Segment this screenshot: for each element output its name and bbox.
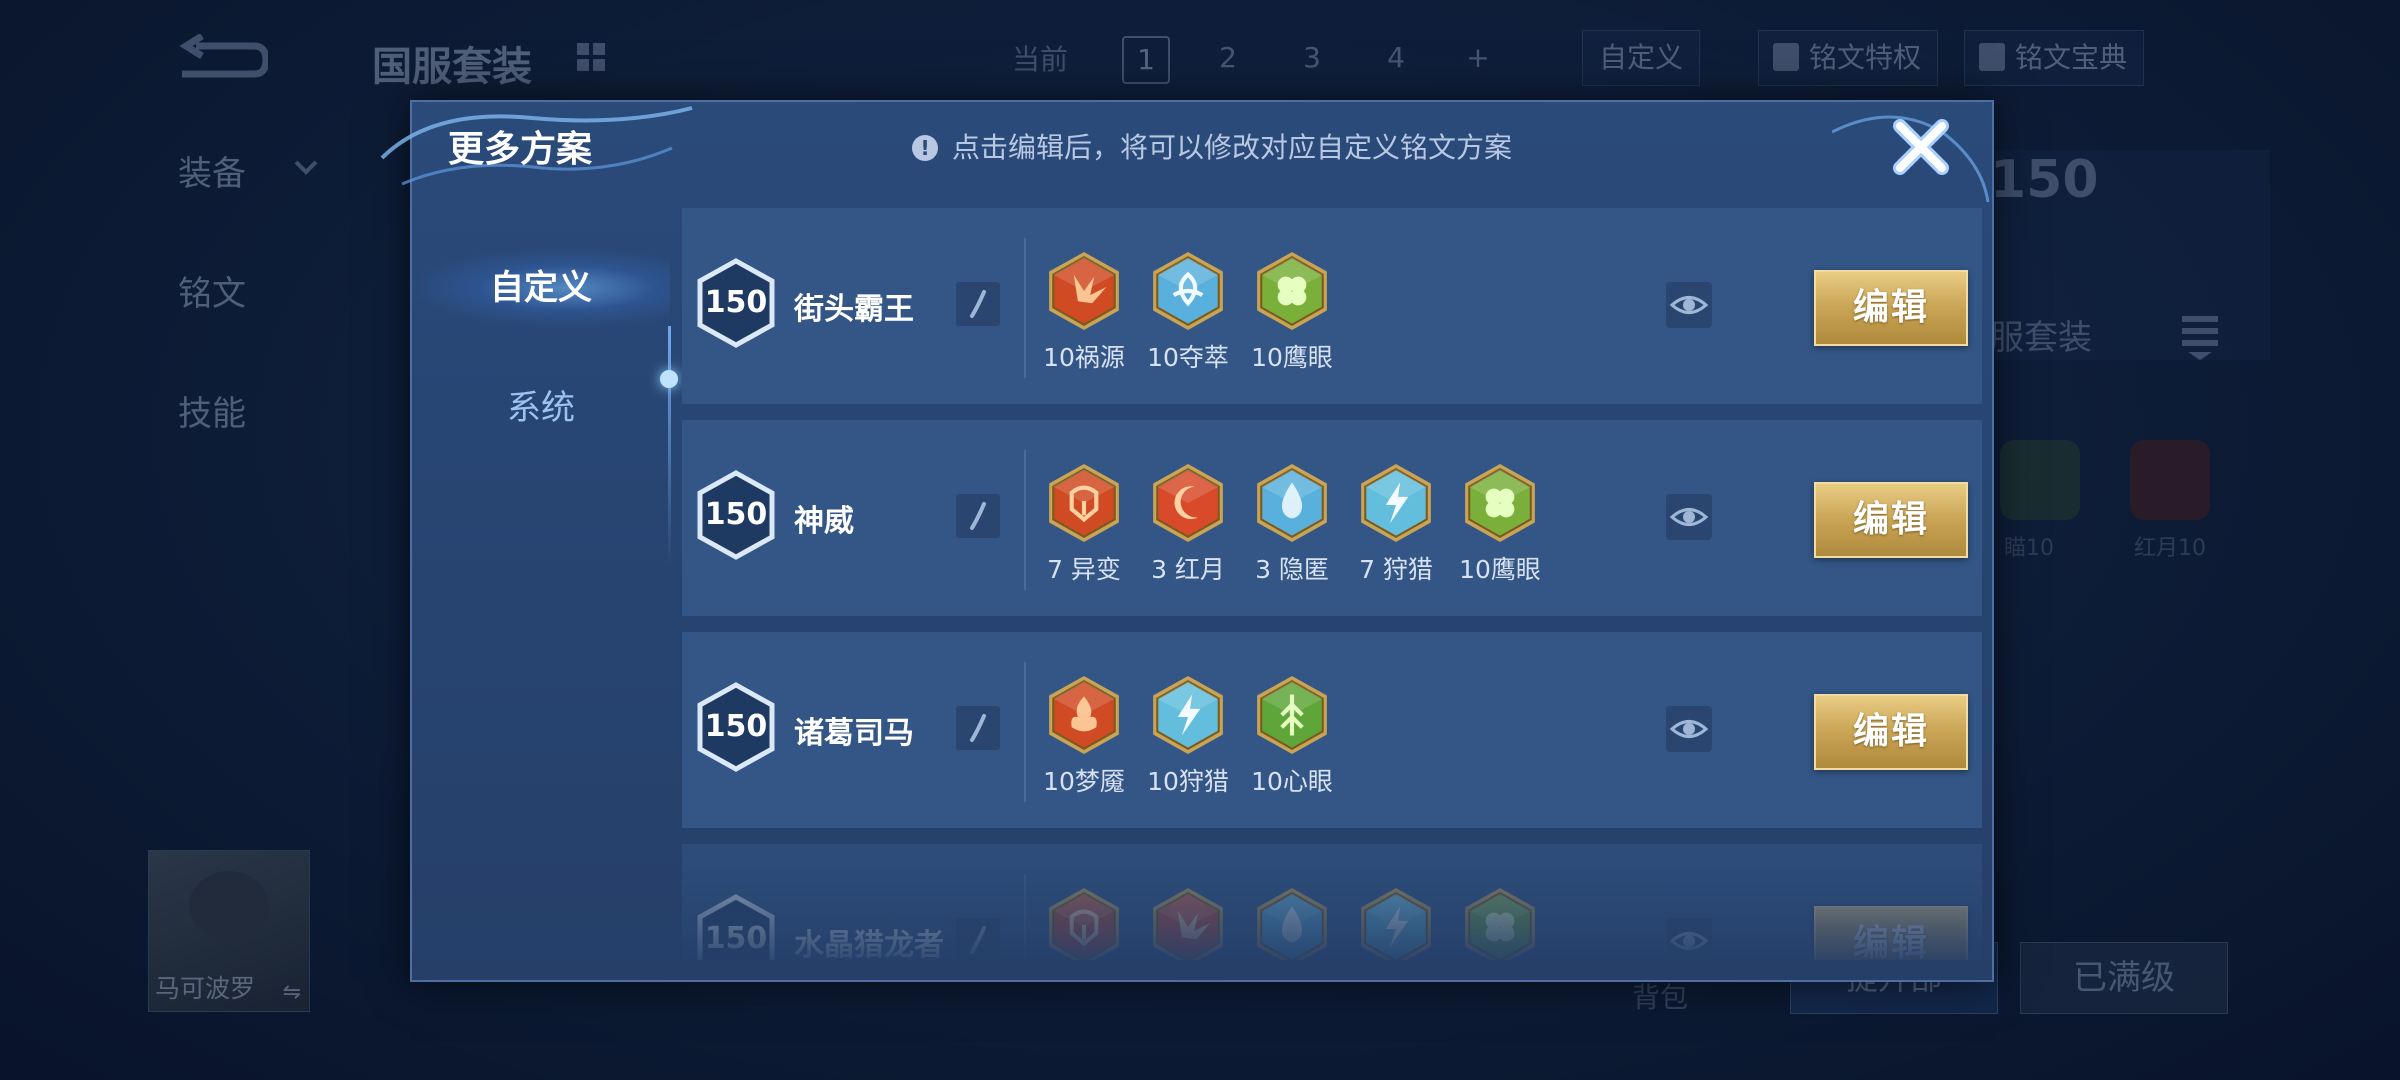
plan-tabs: 自定义 系统: [412, 202, 678, 972]
plan-list[interactable]: 150 街头霸王 10祸源 10夺萃 10鹰眼 编辑 150 神威 7 异变 3 红月 3 隐匿 7 …: [682, 208, 1982, 960]
info-icon: !: [912, 135, 938, 161]
rune-item[interactable]: 10心眼: [1242, 674, 1342, 798]
rune-label: 10梦魇: [1043, 767, 1125, 796]
rune-item[interactable]: [1034, 886, 1134, 960]
plan-row[interactable]: 150 水晶猎龙者 编辑: [682, 844, 1982, 960]
rune-item[interactable]: 7 狩猎: [1346, 462, 1446, 586]
hint-label: 点击编辑后，将可以修改对应自定义铭文方案: [952, 131, 1513, 164]
row-divider: [1024, 662, 1026, 802]
edit-button[interactable]: 编辑: [1814, 906, 1968, 960]
rename-button[interactable]: [956, 706, 1000, 750]
rune-label: 7 狩猎: [1359, 555, 1433, 584]
edit-button[interactable]: 编辑: [1814, 694, 1968, 770]
rune-blue-drop-icon: [1242, 462, 1342, 544]
rune-item[interactable]: 3 隐匿: [1242, 462, 1342, 586]
rune-red-claw-icon: [1138, 886, 1238, 960]
pen-icon: [970, 502, 986, 530]
preview-button[interactable]: [1666, 918, 1712, 960]
level-value: 150: [704, 285, 768, 320]
pen-icon: [970, 926, 986, 954]
row-divider: [1024, 874, 1026, 960]
preview-button[interactable]: [1666, 706, 1712, 752]
plan-row[interactable]: 150 街头霸王 10祸源 10夺萃 10鹰眼 编辑: [682, 208, 1982, 404]
rune-red-flame-icon: [1034, 674, 1134, 756]
row-divider: [1024, 238, 1026, 378]
rune-item[interactable]: 10狩猎: [1138, 674, 1238, 798]
rune-item[interactable]: [1346, 886, 1446, 960]
rune-blue-drop-icon: [1242, 886, 1342, 960]
rune-label: 10狩猎: [1147, 767, 1229, 796]
dialog-title: 更多方案: [448, 129, 593, 170]
rune-red-helm-icon: [1034, 462, 1134, 544]
rune-label: 10夺萃: [1147, 343, 1229, 372]
rune-blue-knot-icon: [1138, 250, 1238, 332]
rename-button[interactable]: [956, 918, 1000, 960]
edit-button[interactable]: 编辑: [1814, 482, 1968, 558]
rune-red-claw-icon: [1034, 250, 1134, 332]
preview-button[interactable]: [1666, 494, 1712, 540]
rune-blue-bolt-icon: [1346, 462, 1446, 544]
rune-label: 10鹰眼: [1251, 343, 1333, 372]
rune-label: 7 异变: [1047, 555, 1121, 584]
rune-label: 10祸源: [1043, 343, 1125, 372]
level-badge: 150: [696, 258, 776, 348]
rune-item[interactable]: 10梦魇: [1034, 674, 1134, 798]
eye-icon: [1669, 296, 1709, 314]
eye-icon: [1669, 720, 1709, 738]
rune-blue-bolt-icon: [1138, 674, 1238, 756]
rune-blue-bolt-icon: [1346, 886, 1446, 960]
plan-name: 街头霸王: [794, 292, 914, 327]
rune-label: 10鹰眼: [1459, 555, 1541, 584]
rune-item[interactable]: 3 红月: [1138, 462, 1238, 586]
level-value: 150: [704, 497, 768, 532]
preview-button[interactable]: [1666, 282, 1712, 328]
active-tab-indicator: [660, 370, 678, 388]
rename-button[interactable]: [956, 494, 1000, 538]
rune-green-clover-icon: [1242, 250, 1342, 332]
rune-item[interactable]: 10鹰眼: [1242, 250, 1342, 374]
more-plans-dialog: 更多方案 ! 点击编辑后，将可以修改对应自定义铭文方案 自定义 系统 150 街头霸…: [380, 100, 1994, 982]
level-badge: 150: [696, 682, 776, 772]
close-icon[interactable]: [1890, 116, 1952, 178]
edit-button[interactable]: 编辑: [1814, 270, 1968, 346]
eye-icon: [1669, 508, 1709, 526]
rune-red-helm-icon: [1034, 886, 1134, 960]
hint-text: ! 点击编辑后，将可以修改对应自定义铭文方案: [912, 126, 1512, 166]
rune-label: 10心眼: [1251, 767, 1333, 796]
plan-name: 诸葛司马: [794, 716, 914, 751]
rune-item[interactable]: [1450, 886, 1550, 960]
rune-red-moon-icon: [1138, 462, 1238, 544]
rune-item[interactable]: [1242, 886, 1342, 960]
pen-icon: [970, 714, 986, 742]
rune-item[interactable]: [1138, 886, 1238, 960]
rune-green-leaf-icon: [1242, 674, 1342, 756]
rune-item[interactable]: 10夺萃: [1138, 250, 1238, 374]
rename-button[interactable]: [956, 282, 1000, 326]
plan-row[interactable]: 150 诸葛司马 10梦魇 10狩猎 10心眼 编辑: [682, 632, 1982, 828]
rune-item[interactable]: 10祸源: [1034, 250, 1134, 374]
rune-item[interactable]: 10鹰眼: [1450, 462, 1550, 586]
plan-row[interactable]: 150 神威 7 异变 3 红月 3 隐匿 7 狩猎 10鹰眼 编辑: [682, 420, 1982, 616]
plan-name: 神威: [794, 504, 854, 539]
eye-icon: [1669, 932, 1709, 950]
level-badge: 150: [696, 894, 776, 960]
level-value: 150: [704, 921, 768, 956]
level-badge: 150: [696, 470, 776, 560]
pen-icon: [970, 290, 986, 318]
tab-custom[interactable]: 自定义: [412, 248, 670, 328]
tab-divider: [668, 326, 671, 566]
rune-green-clover-icon: [1450, 886, 1550, 960]
row-divider: [1024, 450, 1026, 590]
rune-green-clover-icon: [1450, 462, 1550, 544]
tab-system[interactable]: 系统: [412, 368, 670, 448]
rune-label: 3 红月: [1151, 555, 1225, 584]
level-value: 150: [704, 709, 768, 744]
rune-item[interactable]: 7 异变: [1034, 462, 1134, 586]
plan-name: 水晶猎龙者: [794, 928, 944, 960]
rune-label: 3 隐匿: [1255, 555, 1329, 584]
